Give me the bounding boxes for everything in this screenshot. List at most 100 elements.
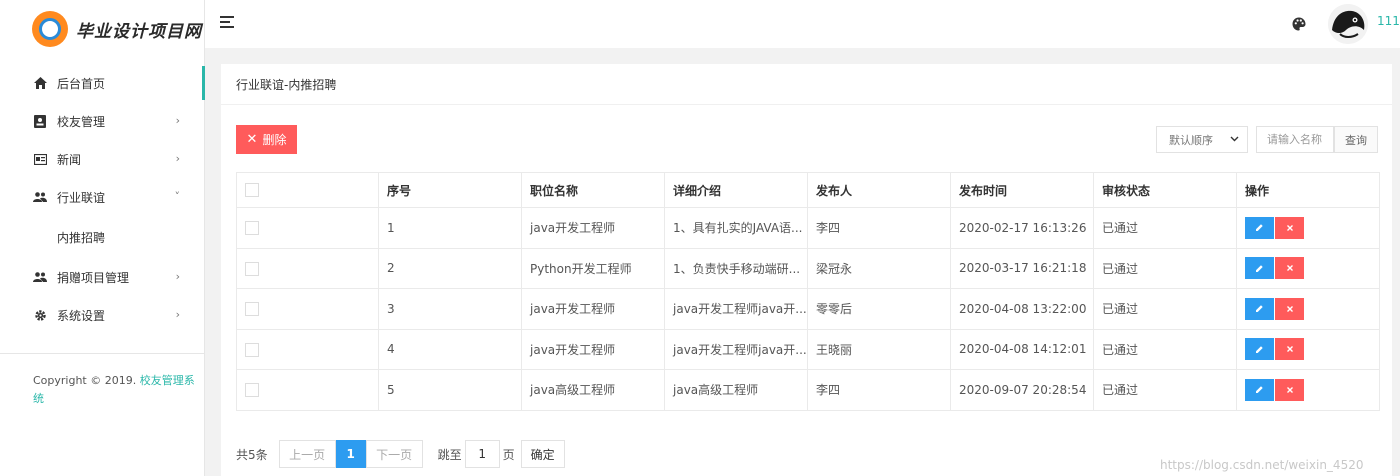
close-icon [1286,265,1293,272]
sidebar-item-alumni[interactable]: 校友管理 › [0,102,204,140]
row-select-cell [236,207,379,249]
chevron-right-icon: › [175,270,180,283]
table-header-row: 序号 职位名称 详细介绍 发布人 发布时间 审核状态 操作 [236,172,1380,208]
cell-publisher: 王晓丽 [807,328,951,370]
home-icon [33,76,47,90]
cell-actions [1236,207,1380,249]
jump-page-input[interactable] [464,440,500,468]
cell-desc: 1、负责快手移动端研... [664,247,808,289]
close-icon [1286,346,1293,353]
table-row: 1 java开发工程师 1、具有扎实的JAVA语... 李四 2020-02-1… [236,207,1380,249]
pagination: 共5条 上一页 1 下一页 跳至 页 确定 [236,440,565,468]
row-delete-button[interactable] [1275,297,1304,320]
edit-button[interactable] [1245,378,1274,401]
edit-button[interactable] [1245,297,1274,320]
chevron-right-icon: › [175,308,180,321]
row-checkbox[interactable] [245,383,259,397]
data-table: 序号 职位名称 详细介绍 发布人 发布时间 审核状态 操作 1 java开发工程… [236,172,1380,411]
prev-page-button[interactable]: 上一页 [278,440,336,468]
close-icon [1286,305,1293,312]
sort-select[interactable]: 默认顺序 [1156,126,1248,153]
select-all-cell [236,172,379,208]
id-card-icon [33,114,47,128]
sidebar-nav: 后台首页 校友管理 › 新闻 › 行业联谊 ˅ 内推招聘 捐赠项目管理 › 系统… [0,64,205,334]
table-row: 2 Python开发工程师 1、负责快手移动端研... 梁冠永 2020-03-… [236,247,1380,289]
sidebar-item-label: 内推招聘 [57,230,106,245]
column-header: 职位名称 [521,172,665,208]
row-delete-button[interactable] [1275,257,1304,280]
search-input[interactable] [1256,126,1334,153]
cell-title: java开发工程师 [521,207,665,249]
cell-status: 已通过 [1093,369,1237,411]
cell-desc: java开发工程师java开... [664,328,808,370]
edit-button[interactable] [1245,257,1274,280]
jump-confirm-button[interactable]: 确定 [520,440,565,468]
cell-status: 已通过 [1093,328,1237,370]
news-icon [33,152,47,166]
sidebar-item-dashboard[interactable]: 后台首页 [0,64,205,102]
copyright-text: Copyright © 2019. [33,374,137,387]
cell-status: 已通过 [1093,207,1237,249]
row-select-cell [236,247,379,289]
column-header: 序号 [378,172,522,208]
sidebar-item-news[interactable]: 新闻 › [0,140,204,178]
pencil-icon [1256,305,1263,313]
cell-no: 1 [378,207,522,249]
edit-button[interactable] [1245,216,1274,239]
column-header: 审核状态 [1093,172,1237,208]
select-all-checkbox[interactable] [245,183,259,198]
chevron-down-icon: ˅ [174,190,181,203]
palette-icon[interactable] [1292,17,1306,31]
column-header: 发布人 [807,172,951,208]
gear-icon [33,308,47,322]
row-select-cell [236,328,379,370]
current-page-button[interactable]: 1 [335,440,366,468]
sidebar-item-label: 校友管理 [57,114,106,129]
sidebar-item-industry[interactable]: 行业联谊 ˅ [0,178,204,216]
sidebar-item-donation[interactable]: 捐赠项目管理 › [0,258,204,296]
sidebar-item-label: 后台首页 [57,76,106,91]
pencil-icon [1256,265,1263,272]
total-count: 共5条 [236,447,268,462]
sidebar: 毕业设计项目网 后台首页 校友管理 › 新闻 › 行业联谊 ˅ 内推招聘 捐赠项… [0,0,205,476]
copyright: Copyright © 2019. 校友管理系统 [0,353,205,408]
chevron-right-icon: › [175,114,180,127]
search-button[interactable]: 查询 [1334,126,1378,153]
cell-time: 2020-03-17 16:21:18 [950,247,1094,289]
row-checkbox[interactable] [245,302,259,316]
row-checkbox[interactable] [245,221,259,235]
users-icon [33,270,47,284]
logo-text: 毕业设计项目网 [76,21,202,42]
sort-select-value: 默认顺序 [1169,133,1213,147]
sidebar-item-settings[interactable]: 系统设置 › [0,296,204,334]
sidebar-item-label: 行业联谊 [57,190,106,205]
sidebar-subitem-referral[interactable]: 内推招聘 [0,216,204,258]
cell-publisher: 零零后 [807,288,951,330]
jump-label: 跳至 [437,447,462,462]
avatar[interactable] [1328,4,1368,44]
cell-title: java开发工程师 [521,288,665,330]
row-delete-button[interactable] [1275,338,1304,361]
logo[interactable]: 毕业设计项目网 [0,0,204,58]
row-delete-button[interactable] [1275,216,1304,239]
sidebar-item-label: 系统设置 [57,308,106,323]
cell-time: 2020-04-08 13:22:00 [950,288,1094,330]
close-icon: ✕ [246,132,258,147]
cell-actions [1236,328,1380,370]
cell-status: 已通过 [1093,247,1237,289]
hamburger-icon[interactable] [220,16,234,28]
close-icon [1286,224,1293,231]
cell-title: java高级工程师 [521,369,665,411]
next-page-button[interactable]: 下一页 [365,440,423,468]
row-checkbox[interactable] [245,342,259,357]
row-checkbox[interactable] [245,261,259,276]
row-delete-button[interactable] [1275,378,1304,401]
cell-actions [1236,288,1380,330]
pencil-icon [1256,346,1263,353]
chevron-right-icon: › [175,152,180,165]
delete-button[interactable]: ✕ 删除 [236,125,297,154]
row-select-cell [236,288,379,330]
page-title: 行业联谊-内推招聘 [221,64,1392,105]
username[interactable]: 111 [1377,14,1400,28]
edit-button[interactable] [1245,338,1274,361]
